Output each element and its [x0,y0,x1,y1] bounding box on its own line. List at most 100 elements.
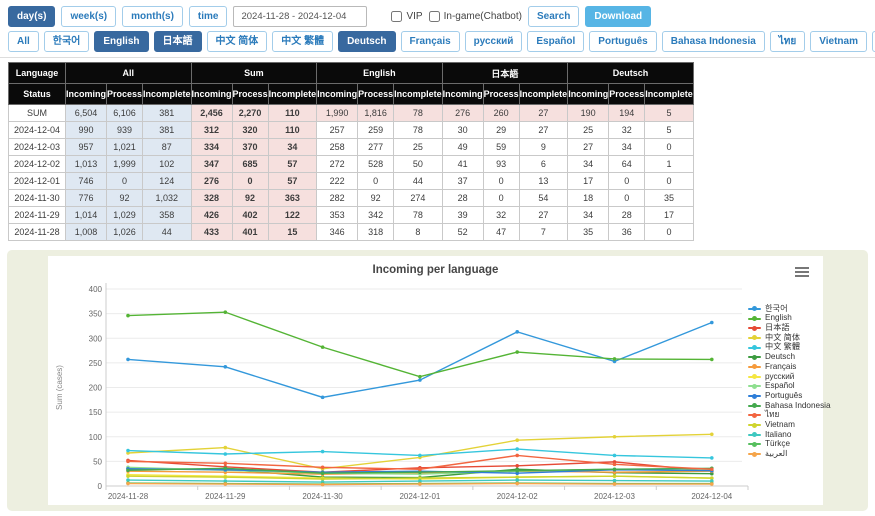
legend-label: 日本語 [765,324,790,332]
table-row-2024-12-03: 2024-12-039571,0218733437034258277254959… [9,139,694,156]
table-cell: 0 [483,190,519,207]
svg-text:300: 300 [89,334,103,343]
table-cell: 347 [191,156,232,173]
legend-item-vietnam[interactable]: Vietnam [748,420,831,430]
vip-checkbox-input[interactable] [391,11,402,22]
legend-item-t-rk-e[interactable]: Türkçe [748,440,831,450]
period-button-day-s[interactable]: day(s) [8,6,55,27]
language-button-item[interactable]: ไทย [770,31,805,52]
chart-card: Incoming per language 050100150200250300… [48,256,823,505]
language-button-item[interactable]: 한국어 [44,31,90,52]
legend-item-fran-ais[interactable]: Français [748,362,831,372]
legend-item-item[interactable]: العربية [748,449,831,459]
table-row-sum: SUM6,5046,1063812,4562,2701101,9901,8167… [9,105,694,122]
checkbox-vip[interactable]: VIP [391,11,422,22]
table-cell: 6,504 [66,105,107,122]
table-subheader-process: Process [609,84,645,105]
table-row-2024-11-29: 2024-11-291,0141,02935842640212235334278… [9,207,694,224]
table-cell: 17 [568,173,609,190]
legend-item-item[interactable]: 한국어 [748,304,831,314]
table-cell: 2,456 [191,105,232,122]
table-cell: 282 [317,190,358,207]
legend-item-item[interactable]: ไทย [748,411,831,421]
table-cell: 1,816 [358,105,394,122]
language-button-deutsch[interactable]: Deutsch [338,31,395,52]
svg-text:0: 0 [98,482,103,491]
legend-item-italiano[interactable]: Italiano [748,430,831,440]
legend-label: ไทย [765,411,779,419]
table-cell: 50 [394,156,443,173]
language-button-fran-ais[interactable]: Français [401,31,460,52]
table-row-2024-12-02: 2024-12-021,0131,99910234768557272528504… [9,156,694,173]
table-cell: 110 [268,122,317,139]
legend-label: English [765,314,792,322]
language-button-item[interactable]: 中文 简体 [207,31,268,52]
in-game-chatbot-checkbox-input[interactable] [429,11,440,22]
table-cell: 0 [609,190,645,207]
svg-text:2024-12-04: 2024-12-04 [691,492,732,501]
table-cell: 426 [191,207,232,224]
download-button[interactable]: Download [585,6,651,27]
legend-item-bahasa-indonesia[interactable]: Bahasa Indonesia [748,401,831,411]
table-cell: 346 [317,224,358,241]
legend-line-marker [748,385,761,387]
table-cell: 0 [107,173,143,190]
legend-item-espa-ol[interactable]: Español [748,382,831,392]
table-cell: 1 [645,156,694,173]
stats-table: LanguageAllSumEnglish日本語DeutschStatusInc… [8,62,694,241]
legend-line-marker [748,376,761,378]
table-subheader-incoming: Incoming [317,84,358,105]
row-label: SUM [9,105,66,122]
legend-label: Español [765,382,795,390]
svg-text:100: 100 [89,433,103,442]
table-subheader-incomplete: Incomplete [394,84,443,105]
search-button[interactable]: Search [528,6,579,27]
table-cell: 190 [568,105,609,122]
table-cell: 0 [645,173,694,190]
table-cell: 276 [191,173,232,190]
period-button-month-s[interactable]: month(s) [122,6,183,27]
language-button-english[interactable]: English [94,31,148,52]
legend-line-marker [748,424,761,426]
table-cell: 37 [442,173,483,190]
legend-item-item[interactable]: 中文 繁體 [748,343,831,353]
legend-item-portugu-s[interactable]: Português [748,391,831,401]
table-cell: 34 [268,139,317,156]
language-button-espa-ol[interactable]: Español [527,31,584,52]
table-cell: 363 [268,190,317,207]
legend-item-english[interactable]: English [748,314,831,324]
legend-item-deutsch[interactable]: Deutsch [748,352,831,362]
table-subheader-incoming: Incoming [442,84,483,105]
period-button-time[interactable]: time [189,6,228,27]
table-cell: 433 [191,224,232,241]
table-subheader-incomplete: Incomplete [143,84,192,105]
legend-label: 中文 繁體 [765,343,800,351]
table-cell: 990 [66,122,107,139]
language-button-vietnam[interactable]: Vietnam [810,31,867,52]
table-cell: 194 [609,105,645,122]
table-group-header-english: English [317,63,443,84]
table-cell: 78 [394,207,443,224]
legend-line-marker [748,395,761,397]
table-cell: 25 [568,122,609,139]
svg-text:2024-11-30: 2024-11-30 [302,492,343,501]
legend-item-item[interactable]: 日本語 [748,323,831,333]
checkbox-in-game-chatbot[interactable]: In-game(Chatbot) [429,11,522,22]
legend-label: Français [765,363,796,371]
svg-text:2024-11-28: 2024-11-28 [108,492,149,501]
table-cell: 685 [232,156,268,173]
table-body: SUM6,5046,1063812,4562,2701101,9901,8167… [9,105,694,241]
language-button-item[interactable]: 中文 繁體 [272,31,333,52]
legend-item-item[interactable]: русский [748,372,831,382]
table-cell: 78 [394,105,443,122]
language-button-item[interactable]: русский [465,31,523,52]
language-button-bahasa-indonesia[interactable]: Bahasa Indonesia [662,31,765,52]
language-button-portugu-s[interactable]: Português [589,31,656,52]
checkbox-group: VIP In-game(Chatbot) [385,11,522,22]
period-button-week-s[interactable]: week(s) [61,6,116,27]
language-button-item[interactable]: 日本語 [154,31,202,52]
table-cell: 34 [568,207,609,224]
date-range-input[interactable] [233,6,367,27]
legend-label: Bahasa Indonesia [765,402,831,410]
language-button-all[interactable]: All [8,31,39,52]
